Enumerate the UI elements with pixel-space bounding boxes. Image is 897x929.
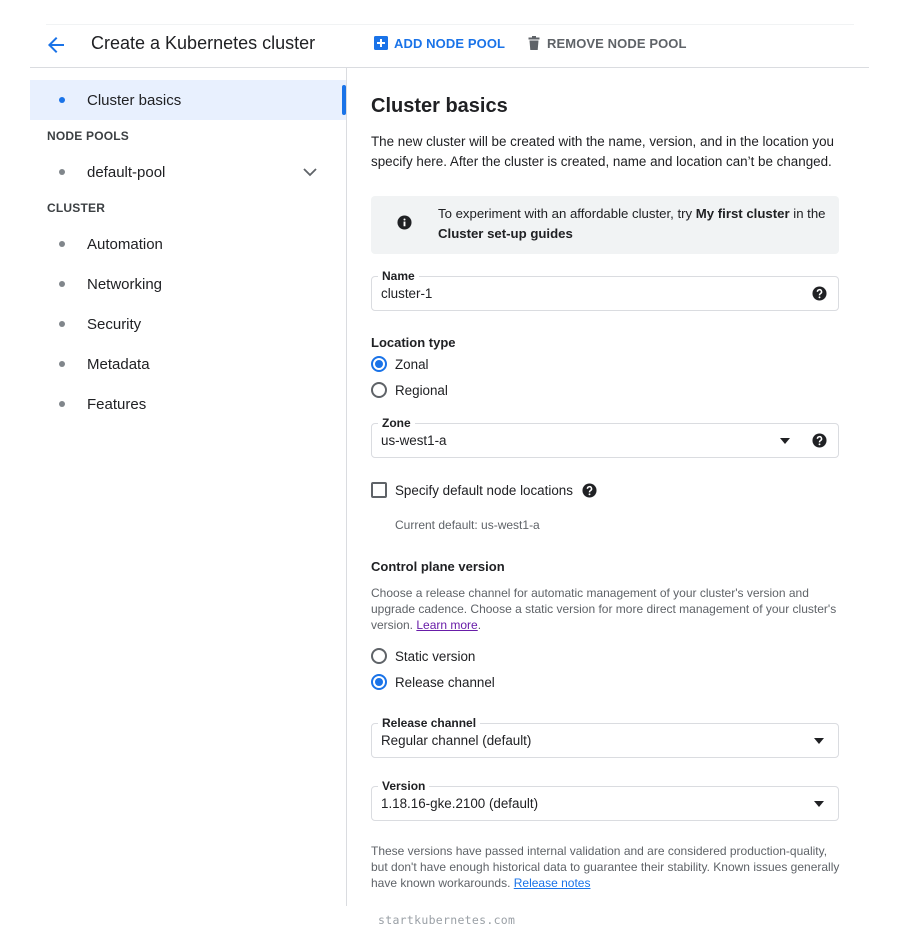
section-heading-cluster: CLUSTER bbox=[47, 201, 106, 215]
name-field[interactable]: Name bbox=[371, 269, 839, 311]
radio-zonal[interactable]: Zonal bbox=[371, 354, 429, 374]
radio-label: Release channel bbox=[395, 674, 495, 690]
sidebar-item-cluster-basics[interactable]: Cluster basics bbox=[30, 80, 346, 120]
dropdown-arrow-icon[interactable] bbox=[814, 801, 824, 807]
trash-icon bbox=[528, 36, 540, 50]
name-field-label: Name bbox=[378, 269, 419, 283]
period-text: . bbox=[477, 618, 482, 632]
version-label: Version bbox=[378, 779, 430, 793]
info-text-part: To experiment with an affordable cluster… bbox=[438, 206, 696, 221]
radio-regional[interactable]: Regional bbox=[371, 380, 448, 400]
watermark: startkubernetes.com bbox=[378, 913, 516, 927]
chevron-down-icon[interactable] bbox=[302, 164, 318, 180]
back-button[interactable] bbox=[44, 33, 68, 57]
sidebar-item-automation[interactable]: Automation bbox=[30, 224, 346, 264]
section-title: Cluster basics bbox=[371, 95, 508, 117]
radio-static-version[interactable]: Static version bbox=[371, 646, 475, 666]
zone-value: us-west1-a bbox=[381, 433, 447, 448]
page-title: Create a Kubernetes cluster bbox=[91, 33, 316, 53]
active-indicator bbox=[342, 85, 346, 115]
sidebar-item-label: Networking bbox=[87, 275, 163, 293]
sidebar-item-default-pool[interactable]: default-pool bbox=[30, 152, 346, 192]
sidebar-item-label: Cluster basics bbox=[87, 91, 182, 109]
info-banner: To experiment with an affordable cluster… bbox=[371, 196, 839, 254]
version-note-text: These versions have passed internal vali… bbox=[371, 844, 840, 890]
version-value: 1.18.16-gke.2100 (default) bbox=[381, 796, 539, 811]
remove-node-pool-button[interactable]: REMOVE NODE POOL bbox=[527, 34, 687, 52]
control-plane-description: Choose a release channel for automatic m… bbox=[371, 585, 841, 633]
bullet-icon bbox=[59, 241, 65, 247]
release-channel-select[interactable]: Release channel Regular channel (default… bbox=[371, 716, 839, 758]
checkbox-label: Specify default node locations bbox=[395, 482, 573, 498]
radio-label: Regional bbox=[395, 382, 448, 398]
my-first-cluster-text: My first cluster bbox=[695, 206, 790, 221]
control-plane-heading: Control plane version bbox=[371, 559, 505, 574]
sidebar-item-networking[interactable]: Networking bbox=[30, 264, 346, 304]
bullet-icon bbox=[59, 281, 65, 287]
radio-button-checked[interactable] bbox=[371, 356, 387, 372]
info-text: To experiment with an affordable cluster… bbox=[438, 204, 833, 244]
dropdown-arrow-icon[interactable] bbox=[814, 738, 824, 744]
learn-more-link[interactable]: Learn more bbox=[416, 618, 477, 632]
add-node-pool-button[interactable]: ADD NODE POOL bbox=[374, 34, 505, 52]
release-notes-link[interactable]: Release notes bbox=[514, 876, 591, 890]
radio-button[interactable] bbox=[371, 382, 387, 398]
sidebar-item-label: Metadata bbox=[87, 355, 150, 373]
radio-button-checked[interactable] bbox=[371, 674, 387, 690]
radio-button[interactable] bbox=[371, 648, 387, 664]
version-note: These versions have passed internal vali… bbox=[371, 843, 841, 891]
radio-label: Static version bbox=[395, 648, 476, 664]
release-channel-value: Regular channel (default) bbox=[381, 733, 532, 748]
radio-release-channel[interactable]: Release channel bbox=[371, 672, 495, 692]
zone-select[interactable]: Zone us-west1-a bbox=[371, 416, 839, 458]
node-locations-checkbox[interactable] bbox=[371, 482, 387, 498]
arrow-back-icon bbox=[48, 37, 64, 53]
name-input[interactable] bbox=[381, 286, 761, 301]
version-select[interactable]: Version 1.18.16-gke.2100 (default) bbox=[371, 779, 839, 821]
info-icon bbox=[397, 215, 412, 230]
info-text-part: in the bbox=[789, 206, 826, 221]
sidebar-item-label: Features bbox=[87, 395, 147, 413]
remove-node-pool-label: REMOVE NODE POOL bbox=[547, 35, 687, 51]
help-icon[interactable] bbox=[812, 433, 827, 448]
location-type-heading: Location type bbox=[371, 335, 456, 350]
section-heading-node-pools: NODE POOLS bbox=[47, 129, 130, 143]
sidebar-item-security[interactable]: Security bbox=[30, 304, 346, 344]
bullet-icon bbox=[59, 401, 65, 407]
intro-text: The new cluster will be created with the… bbox=[371, 134, 834, 169]
current-default-text: Current default: us-west1-a bbox=[395, 518, 540, 532]
sidebar-item-metadata[interactable]: Metadata bbox=[30, 344, 346, 384]
page-header: Create a Kubernetes cluster ADD NODE POO… bbox=[30, 25, 869, 68]
radio-label: Zonal bbox=[395, 356, 429, 372]
zone-field-label: Zone bbox=[378, 416, 415, 430]
node-locations-option: Specify default node locations bbox=[371, 480, 597, 500]
dropdown-arrow-icon[interactable] bbox=[780, 438, 790, 444]
setup-guides-text: Cluster set-up guides bbox=[438, 226, 573, 241]
help-icon[interactable] bbox=[582, 482, 597, 498]
bullet-icon bbox=[59, 97, 65, 103]
add-node-pool-label: ADD NODE POOL bbox=[394, 35, 506, 51]
sidebar-item-features[interactable]: Features bbox=[30, 384, 346, 424]
bullet-icon bbox=[59, 169, 65, 175]
sidebar-item-label: default-pool bbox=[87, 163, 166, 181]
bullet-icon bbox=[59, 361, 65, 367]
release-channel-label: Release channel bbox=[378, 716, 481, 730]
bullet-icon bbox=[59, 321, 65, 327]
sidebar-nav: Cluster basics NODE POOLS default-pool C… bbox=[30, 68, 347, 906]
help-icon[interactable] bbox=[812, 286, 827, 301]
add-box-icon bbox=[374, 36, 388, 50]
sidebar-item-label: Security bbox=[87, 315, 142, 333]
sidebar-item-label: Automation bbox=[87, 235, 163, 253]
